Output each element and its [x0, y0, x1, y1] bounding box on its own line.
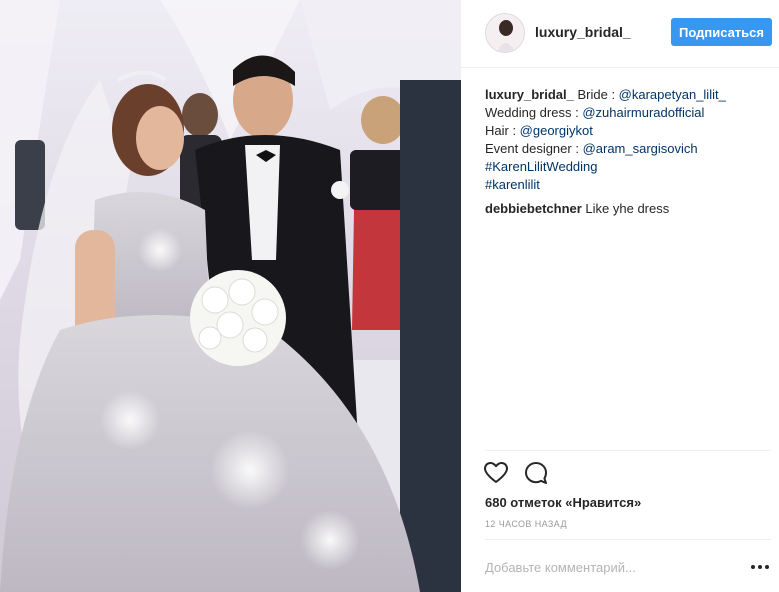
caption-line: Wedding dress : @zuhairmuradofficial [485, 104, 771, 122]
follow-button[interactable]: Подписаться [671, 18, 772, 46]
post-caption: luxury_bridal_ Bride : @karapetyan_lilit… [485, 86, 771, 194]
hashtag-link[interactable]: #karenlilit [485, 177, 540, 192]
caption-line: #KarenLilitWedding [485, 158, 771, 176]
heart-icon[interactable] [483, 460, 509, 486]
caption-text: Bride : [573, 87, 619, 102]
comment-author-link[interactable]: debbiebetchner [485, 201, 582, 216]
comment-input[interactable] [485, 556, 735, 578]
caption-text: Event designer : [485, 141, 583, 156]
caption-line: Event designer : @aram_sargisovich [485, 140, 771, 158]
more-options-icon[interactable] [751, 560, 769, 574]
wedding-photo-illustration [0, 0, 461, 592]
caption-line: luxury_bridal_ Bride : @karapetyan_lilit… [485, 86, 771, 104]
caption-line: #karenlilit [485, 176, 771, 194]
caption-text: Wedding dress : [485, 105, 583, 120]
likes-count[interactable]: 680 отметок «Нравится» [485, 495, 641, 510]
mention-link[interactable]: @karapetyan_lilit_ [619, 87, 726, 102]
comment-item: debbiebetchner Like yhe dress [485, 200, 771, 218]
caption-line: Hair : @georgiykot [485, 122, 771, 140]
dot [765, 565, 769, 569]
caption-author-link[interactable]: luxury_bridal_ [485, 87, 574, 102]
post-details-panel: luxury_bridal_ Подписаться luxury_bridal… [461, 0, 779, 592]
username-link[interactable]: luxury_bridal_ [535, 24, 631, 40]
avatar[interactable] [485, 13, 525, 53]
post-header: luxury_bridal_ Подписаться [461, 0, 779, 68]
post-photo[interactable] [0, 0, 461, 592]
mention-link[interactable]: @zuhairmuradofficial [582, 105, 704, 120]
caption-text: Hair : [485, 123, 520, 138]
post-timestamp[interactable]: 12 часов назад [485, 519, 567, 529]
dot [751, 565, 755, 569]
divider [485, 450, 771, 451]
mention-link[interactable]: @georgiykot [520, 123, 593, 138]
comment-text: Like yhe dress [581, 201, 670, 216]
comment-icon[interactable] [523, 460, 549, 486]
divider [485, 539, 771, 540]
mention-link[interactable]: @aram_sargisovich [583, 141, 698, 156]
dot [758, 565, 762, 569]
hashtag-link[interactable]: #KarenLilitWedding [485, 159, 598, 174]
avatar-image [486, 14, 524, 52]
